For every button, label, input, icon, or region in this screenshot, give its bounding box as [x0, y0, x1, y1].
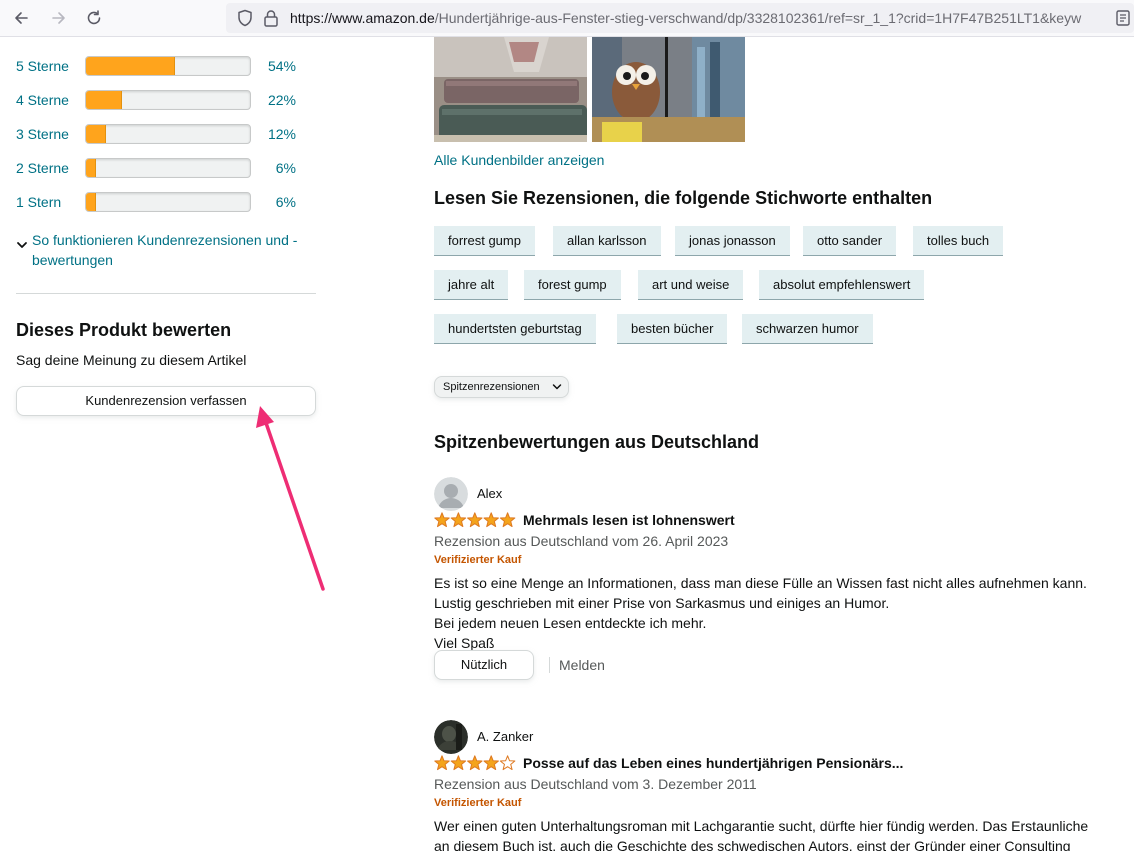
forward-arrow-icon[interactable] [47, 7, 71, 29]
review-body: Wer einen guten Unterhaltungsroman mit L… [434, 816, 1134, 851]
keywords-title: Lesen Sie Rezensionen, die folgende Stic… [434, 188, 933, 208]
histogram-bar[interactable] [85, 124, 251, 144]
avatar[interactable] [434, 720, 468, 754]
review-body-line: Wer einen guten Unterhaltungsroman mit L… [434, 818, 1089, 834]
chevron-down-icon[interactable] [16, 240, 28, 250]
histogram-percent[interactable]: 54% [268, 57, 296, 75]
rate-product-subtitle: Sag deine Meinung zu diesem Artikel [16, 352, 247, 368]
keyword-chip[interactable]: forest gump [524, 270, 621, 300]
review-title[interactable]: Posse auf das Leben eines hundertjährige… [523, 754, 903, 772]
histogram-label[interactable]: 3 Sterne [16, 125, 69, 143]
histogram-fill [86, 159, 96, 177]
histogram-row-3[interactable]: 3 Sterne 12% [16, 123, 316, 147]
star-filled-icon [434, 755, 450, 771]
keyword-chip[interactable]: otto sander [803, 226, 897, 256]
lock-icon[interactable] [263, 9, 279, 27]
keyword-chip[interactable]: hundertsten geburtstag [434, 314, 596, 344]
star-rating-icon[interactable] [434, 755, 516, 771]
histogram-bar[interactable] [85, 158, 251, 178]
helpful-button[interactable]: Nützlich [434, 650, 534, 680]
url-path: /Hundertjährige-aus-Fenster-stieg-versch… [434, 10, 1082, 26]
histogram-percent[interactable]: 22% [268, 91, 296, 109]
star-filled-icon [434, 512, 450, 528]
histogram-row-5[interactable]: 5 Sterne 54% [16, 55, 316, 79]
histogram-percent[interactable]: 6% [276, 159, 296, 177]
histogram-percent[interactable]: 12% [268, 125, 296, 143]
keyword-chip[interactable]: allan karlsson [553, 226, 661, 256]
top-reviews-title: Spitzenbewertungen aus Deutschland [434, 432, 760, 452]
star-empty-icon [499, 755, 516, 771]
keyword-chip[interactable]: besten bücher [617, 314, 728, 344]
histogram-bar[interactable] [85, 56, 251, 76]
review-author[interactable]: Alex [477, 485, 502, 503]
keyword-chip[interactable]: art und weise [638, 270, 744, 300]
shield-icon[interactable] [236, 9, 254, 27]
review-body-line: Bei jedem neuen Lesen entdeckte ich mehr… [434, 615, 707, 631]
histogram-fill [86, 57, 175, 75]
histogram-fill [86, 91, 123, 109]
star-rating-icon[interactable] [434, 512, 516, 528]
histogram-label[interactable]: 4 Sterne [16, 91, 69, 109]
histogram-row-1[interactable]: 1 Stern 6% [16, 191, 316, 215]
histogram-heading-fragment [16, 30, 206, 38]
review-body-line: Viel Spaß [434, 635, 495, 651]
avatar[interactable] [434, 477, 468, 511]
histogram-bar[interactable] [85, 192, 251, 212]
url-host: https://www.amazon.de [290, 10, 435, 26]
histogram-fill [86, 193, 96, 211]
reader-view-icon[interactable] [1116, 10, 1130, 26]
review-body-line: an diesem Buch ist, auch die Geschichte … [434, 838, 1071, 851]
review-body: Es ist so eine Menge an Informationen, d… [434, 573, 1134, 653]
sort-selected-value: Spitzenrezensionen [443, 381, 540, 393]
histogram-bar[interactable] [85, 90, 251, 110]
histogram-fill [86, 125, 106, 143]
review-date: Rezension aus Deutschland vom 3. Dezembe… [434, 776, 757, 792]
histogram-percent[interactable]: 6% [276, 193, 296, 211]
sort-reviews-select[interactable]: Spitzenrezensionen [434, 376, 569, 398]
chevron-down-icon [552, 384, 562, 390]
star-filled-icon [499, 512, 516, 528]
keyword-chip[interactable]: forrest gump [434, 226, 535, 256]
section-divider [16, 293, 316, 294]
review-item: A. Zanker Posse auf das Leben eines hund… [434, 720, 1134, 851]
keyword-chip[interactable]: jonas jonasson [675, 226, 790, 256]
url-text[interactable]: https://www.amazon.de/Hundertjährige-aus… [290, 9, 1110, 27]
histogram-row-2[interactable]: 2 Sterne 6% [16, 157, 316, 181]
review-body-line: Es ist so eine Menge an Informationen, d… [434, 575, 1087, 591]
write-review-button[interactable]: Kundenrezension verfassen [16, 386, 316, 416]
back-arrow-icon[interactable] [9, 7, 33, 29]
customer-image-books[interactable] [434, 37, 587, 142]
star-filled-icon [483, 755, 499, 771]
keyword-chip[interactable]: absolut empfehlenswert [759, 270, 925, 300]
keyword-chip[interactable]: schwarzen humor [742, 314, 873, 344]
star-filled-icon [467, 755, 483, 771]
url-bar[interactable]: https://www.amazon.de/Hundertjährige-aus… [226, 3, 1134, 33]
rate-product-title: Dieses Produkt bewerten [16, 320, 232, 340]
histogram-row-4[interactable]: 4 Sterne 22% [16, 89, 316, 113]
star-filled-icon [467, 512, 483, 528]
review-item: Alex Mehrmals lesen ist lohnenswert Reze… [434, 477, 1134, 707]
reload-icon[interactable] [82, 7, 106, 29]
keyword-chip[interactable]: jahre alt [434, 270, 509, 300]
histogram-label[interactable]: 5 Sterne [16, 57, 69, 75]
keyword-chip[interactable]: tolles buch [913, 226, 1004, 256]
verified-purchase-badge[interactable]: Verifizierter Kauf [434, 553, 521, 567]
review-title[interactable]: Mehrmals lesen ist lohnenswert [523, 511, 735, 529]
star-filled-icon [450, 512, 467, 528]
action-separator [549, 657, 550, 673]
review-body-line: Lustig geschrieben mit einer Prise von S… [434, 595, 890, 611]
customer-image-owl[interactable] [592, 37, 745, 142]
howto-reviews-text[interactable]: So funktionieren Kundenrezensionen und -… [32, 230, 317, 270]
report-link[interactable]: Melden [559, 656, 605, 674]
review-author[interactable]: A. Zanker [477, 728, 533, 746]
verified-purchase-badge[interactable]: Verifizierter Kauf [434, 796, 521, 810]
histogram-label[interactable]: 1 Stern [16, 193, 61, 211]
review-date: Rezension aus Deutschland vom 26. April … [434, 533, 729, 549]
star-filled-icon [483, 512, 499, 528]
histogram-label[interactable]: 2 Sterne [16, 159, 69, 177]
star-filled-icon [450, 755, 467, 771]
all-customer-images-link[interactable]: Alle Kundenbilder anzeigen [434, 151, 604, 169]
